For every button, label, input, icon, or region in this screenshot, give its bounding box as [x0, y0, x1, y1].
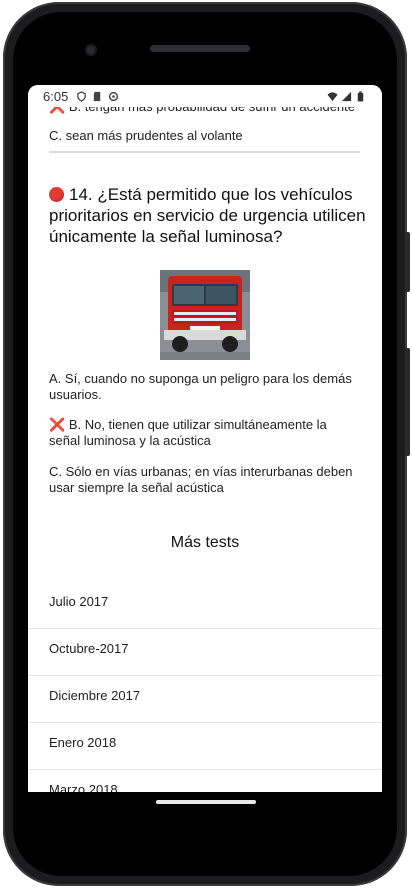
sync-icon	[109, 91, 119, 101]
sd-card-icon	[94, 91, 101, 101]
red-circle-icon	[49, 187, 64, 202]
previous-option-c: C. sean más prudentes al volante	[49, 128, 243, 143]
power-button	[405, 232, 410, 292]
list-item[interactable]: Octubre-2017	[28, 628, 382, 676]
option-c[interactable]: C. Sólo en vías urbanas; en vías interur…	[49, 464, 359, 496]
battery-icon	[357, 90, 364, 102]
list-item[interactable]: Enero 2018	[28, 722, 382, 770]
more-tests-heading: Más tests	[170, 534, 240, 551]
home-gesture-bar[interactable]	[156, 800, 256, 804]
option-b[interactable]: ❌ B. No, tienen que utilizar simultáneam…	[49, 417, 361, 449]
volume-button	[405, 348, 410, 456]
earpiece-speaker	[150, 45, 250, 52]
signal-icon	[341, 91, 352, 101]
fire-truck-image	[160, 270, 250, 360]
shield-icon	[77, 90, 87, 102]
divider	[49, 151, 360, 153]
status-bar: 6:05	[28, 85, 382, 107]
screen: ❌ B. tengan más probabilidad de sufrir u…	[28, 85, 382, 792]
list-item[interactable]: Marzo 2018	[28, 769, 382, 792]
list-item[interactable]: Diciembre 2017	[28, 675, 382, 723]
list-item[interactable]: Julio 2017	[28, 581, 382, 629]
wifi-icon	[327, 91, 338, 101]
status-time: 6:05	[43, 88, 69, 104]
front-camera	[85, 44, 97, 56]
wrong-mark-icon: ❌	[49, 417, 66, 432]
option-a[interactable]: A. Sí, cuando no suponga un peligro para…	[49, 371, 359, 403]
question-title: 14. ¿Está permitido que los vehículos pr…	[49, 185, 366, 246]
